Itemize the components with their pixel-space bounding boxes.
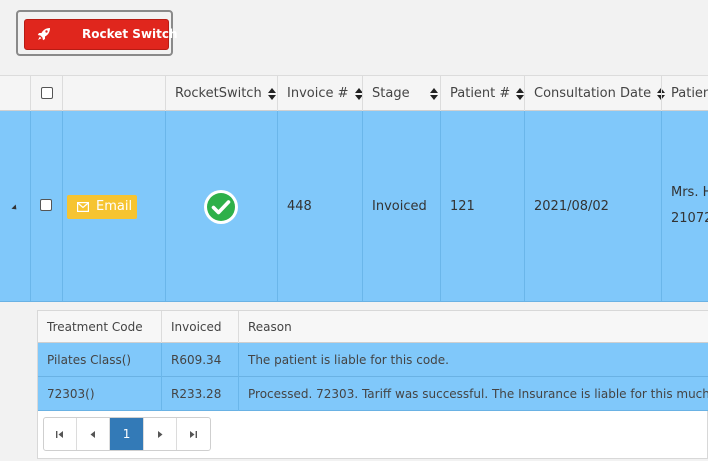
next-page-button[interactable] xyxy=(144,418,177,450)
header-patient[interactable]: Patient # xyxy=(440,76,524,111)
row-consultation-date-value: 2021/08/02 xyxy=(534,198,609,214)
header-reason-label: Reason xyxy=(248,320,292,334)
row-patient-name-line1: Mrs. H xyxy=(671,185,708,200)
header-patient-name[interactable]: Patien xyxy=(661,76,708,111)
reason-value: Processed. 72303. Tariff was successful.… xyxy=(248,387,708,401)
pager: 1 xyxy=(43,417,211,451)
rocket-switch-button[interactable]: Rocket Switch xyxy=(24,19,178,50)
email-button[interactable]: Email xyxy=(67,195,137,219)
header-expand-col xyxy=(0,76,30,111)
table-row[interactable]: Pilates Class() R609.34 The patient is l… xyxy=(38,343,708,377)
previous-page-button[interactable] xyxy=(77,418,111,450)
row-patient-cell: 121 xyxy=(440,111,524,301)
last-page-button[interactable] xyxy=(177,418,210,450)
next-page-icon xyxy=(157,430,163,438)
row-invoice-cell: 448 xyxy=(277,111,362,301)
invoiced-value: R233.28 xyxy=(171,387,222,401)
invoiced-cell: R609.34 xyxy=(161,343,238,377)
sort-icon[interactable] xyxy=(354,87,364,100)
row-invoice-value: 448 xyxy=(287,198,312,214)
header-patient-name-label: Patien xyxy=(671,86,708,101)
reason-cell: The patient is liable for this code. xyxy=(238,343,708,377)
header-consultation-date[interactable]: Consultation Date xyxy=(524,76,665,111)
row-patient-name-line2: 21072 xyxy=(671,211,708,226)
header-invoiced-label: Invoiced xyxy=(171,320,222,334)
header-stage-label: Stage xyxy=(372,86,410,101)
rocket-switch-frame: Rocket Switch xyxy=(16,10,178,56)
first-page-button[interactable] xyxy=(44,418,78,450)
row-checkbox[interactable] xyxy=(40,199,52,211)
row-stage-cell: Invoiced xyxy=(362,111,440,301)
grid-header: RocketSwitch Invoice # Stage Patient # C… xyxy=(0,76,708,111)
row-patient-name-cell: Mrs. H 21072 xyxy=(661,111,708,301)
first-page-icon xyxy=(56,430,64,438)
treatment-code-cell: 72303() xyxy=(38,377,161,411)
collapse-toggle-icon[interactable] xyxy=(11,204,19,212)
toolbar: Rocket Switch xyxy=(0,0,708,76)
treatment-code-value: Pilates Class() xyxy=(47,353,132,367)
row-stage-value: Invoiced xyxy=(372,198,427,214)
header-invoice[interactable]: Invoice # xyxy=(277,76,364,111)
invoiced-value: R609.34 xyxy=(171,353,222,367)
header-treatment-code-label: Treatment Code xyxy=(47,320,143,334)
treatment-table-header: Treatment Code Invoiced Reason xyxy=(38,311,708,343)
treatment-table: Treatment Code Invoiced Reason Pilates C… xyxy=(37,310,708,459)
row-consultation-date-cell: 2021/08/02 xyxy=(524,111,661,301)
select-all-checkbox[interactable] xyxy=(41,87,53,99)
treatment-code-cell: Pilates Class() xyxy=(38,343,161,377)
sort-icon[interactable] xyxy=(429,87,438,100)
current-page-number: 1 xyxy=(122,427,131,441)
header-rocketswitch-label: RocketSwitch xyxy=(175,86,262,101)
header-stage[interactable]: Stage xyxy=(362,76,440,111)
row-patient-value: 121 xyxy=(450,198,475,214)
page: Rocket Switch RocketSwitch Invoice # Sta… xyxy=(0,0,708,461)
sort-icon[interactable] xyxy=(267,87,276,100)
rocket-switch-label: Rocket Switch xyxy=(82,27,178,41)
row-expand-cell xyxy=(0,111,30,301)
header-rocketswitch[interactable]: RocketSwitch xyxy=(165,76,277,111)
header-select-col xyxy=(30,76,62,111)
previous-page-icon xyxy=(90,430,96,438)
rocket-icon xyxy=(37,28,50,41)
header-reason[interactable]: Reason xyxy=(238,311,708,343)
last-page-icon xyxy=(190,430,198,438)
header-invoice-label: Invoice # xyxy=(287,86,349,101)
detail-panel: Treatment Code Invoiced Reason Pilates C… xyxy=(0,302,708,461)
page-1-button[interactable]: 1 xyxy=(110,418,144,450)
invoiced-cell: R233.28 xyxy=(161,377,238,411)
sort-icon[interactable] xyxy=(516,87,524,100)
header-treatment-code[interactable]: Treatment Code xyxy=(38,311,161,343)
header-patient-label: Patient # xyxy=(450,86,511,101)
header-invoiced[interactable]: Invoiced xyxy=(161,311,238,343)
header-actions-col xyxy=(62,76,165,111)
treatment-code-value: 72303() xyxy=(47,387,95,401)
row-select-cell xyxy=(30,111,62,301)
reason-value: The patient is liable for this code. xyxy=(248,353,449,367)
email-button-label: Email xyxy=(96,199,133,214)
header-consultation-date-label: Consultation Date xyxy=(534,86,652,101)
reason-cell: Processed. 72303. Tariff was successful.… xyxy=(238,377,708,411)
check-circle-icon xyxy=(204,190,238,224)
table-row[interactable]: 72303() R233.28 Processed. 72303. Tariff… xyxy=(38,377,708,411)
envelope-icon xyxy=(77,202,89,212)
